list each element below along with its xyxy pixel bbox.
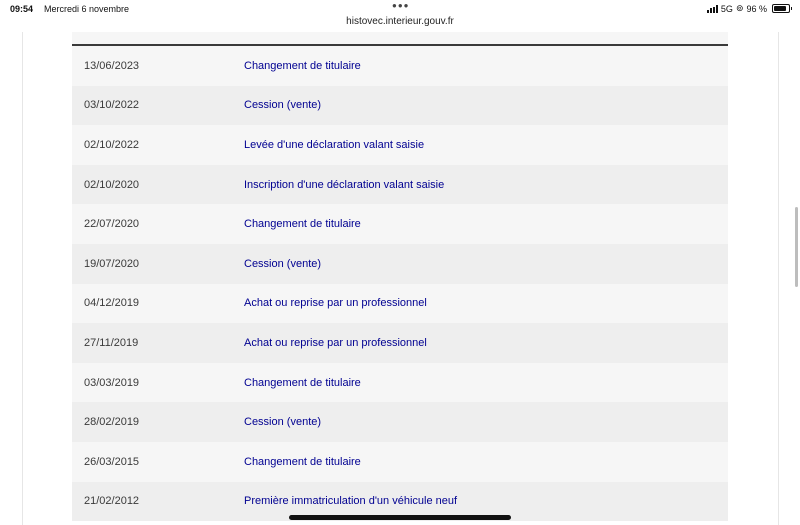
orientation-lock-icon: ⊚ xyxy=(735,3,744,13)
history-operation: Première immatriculation d'un véhicule n… xyxy=(244,495,458,508)
history-operation: Changement de titulaire xyxy=(244,455,361,468)
network-type: 5G xyxy=(720,3,733,14)
history-operation: Changement de titulaire xyxy=(244,218,361,231)
battery-percent: 96 % xyxy=(746,3,767,14)
table-row: 04/12/2019 Achat ou reprise par un profes… xyxy=(72,283,728,324)
table-row: 02/10/2020 Inscription d'une déclaration … xyxy=(72,164,728,205)
table-row: 22/07/2020 Changement de titulaire xyxy=(72,204,728,244)
history-operation: Cession (vente) xyxy=(244,257,322,270)
history-date: 02/10/2020 xyxy=(84,178,140,191)
table-row: 13/06/2023 Changement de titulaire xyxy=(72,46,728,86)
page-edge-left xyxy=(22,32,23,525)
history-date: 19/07/2020 xyxy=(84,257,140,270)
address-bar-url[interactable]: histovec.interieur.gouv.fr xyxy=(0,16,800,27)
history-operation: Inscription d'une déclaration valant sai… xyxy=(244,178,445,191)
history-operation: Changement de titulaire xyxy=(244,376,361,389)
history-date: 02/10/2022 xyxy=(84,138,140,151)
table-row: 03/03/2019 Changement de titulaire xyxy=(72,362,728,403)
table-row: 28/02/2019 Cession (vente) xyxy=(72,402,728,442)
table-header xyxy=(72,32,728,46)
history-date: 13/06/2023 xyxy=(84,59,140,72)
history-operation: Levée d'une déclaration valant saisie xyxy=(244,138,425,151)
multitasking-dots-icon[interactable]: ●●● xyxy=(392,1,410,10)
cellular-signal-icon xyxy=(706,4,718,13)
history-operation: Cession (vente) xyxy=(244,99,322,112)
history-operation: Achat ou reprise par un professionnel xyxy=(244,297,427,310)
status-time: 09:54 xyxy=(10,4,34,14)
status-indicators: 5G ⊚ 96 % xyxy=(706,3,792,14)
history-date: 03/03/2019 xyxy=(84,376,140,389)
history-date: 21/02/2012 xyxy=(84,495,140,508)
status-date: Mercredi 6 novembre xyxy=(44,4,130,14)
table-body: 13/06/2023 Changement de titulaire 03/10/2… xyxy=(72,46,728,522)
table-row: 02/10/2022 Levée d'une déclaration valant… xyxy=(72,125,728,165)
table-row: 27/11/2019 Achat ou reprise par un profes… xyxy=(72,323,728,363)
history-operation: Cession (vente) xyxy=(244,416,322,429)
scrollbar[interactable] xyxy=(795,207,798,287)
table-row: 26/03/2015 Changement de titulaire xyxy=(72,441,728,482)
history-date: 26/03/2015 xyxy=(84,455,140,468)
history-date: 22/07/2020 xyxy=(84,218,140,231)
page-edge-right xyxy=(778,32,779,525)
history-date: 28/02/2019 xyxy=(84,416,140,429)
home-indicator[interactable] xyxy=(289,515,511,520)
battery-icon xyxy=(772,4,792,13)
history-date: 04/12/2019 xyxy=(84,297,140,310)
status-bar: 09:54 Mercredi 6 novembre ●●● histovec.i… xyxy=(0,0,800,32)
table-row: 03/10/2022 Cession (vente) xyxy=(72,85,728,126)
history-date: 03/10/2022 xyxy=(84,99,140,112)
history-operation: Achat ou reprise par un professionnel xyxy=(244,336,427,349)
history-table: 13/06/2023 Changement de titulaire 03/10/2… xyxy=(72,32,728,522)
history-operation: Changement de titulaire xyxy=(244,59,361,72)
history-date: 27/11/2019 xyxy=(84,336,139,349)
table-row: 19/07/2020 Cession (vente) xyxy=(72,243,728,284)
